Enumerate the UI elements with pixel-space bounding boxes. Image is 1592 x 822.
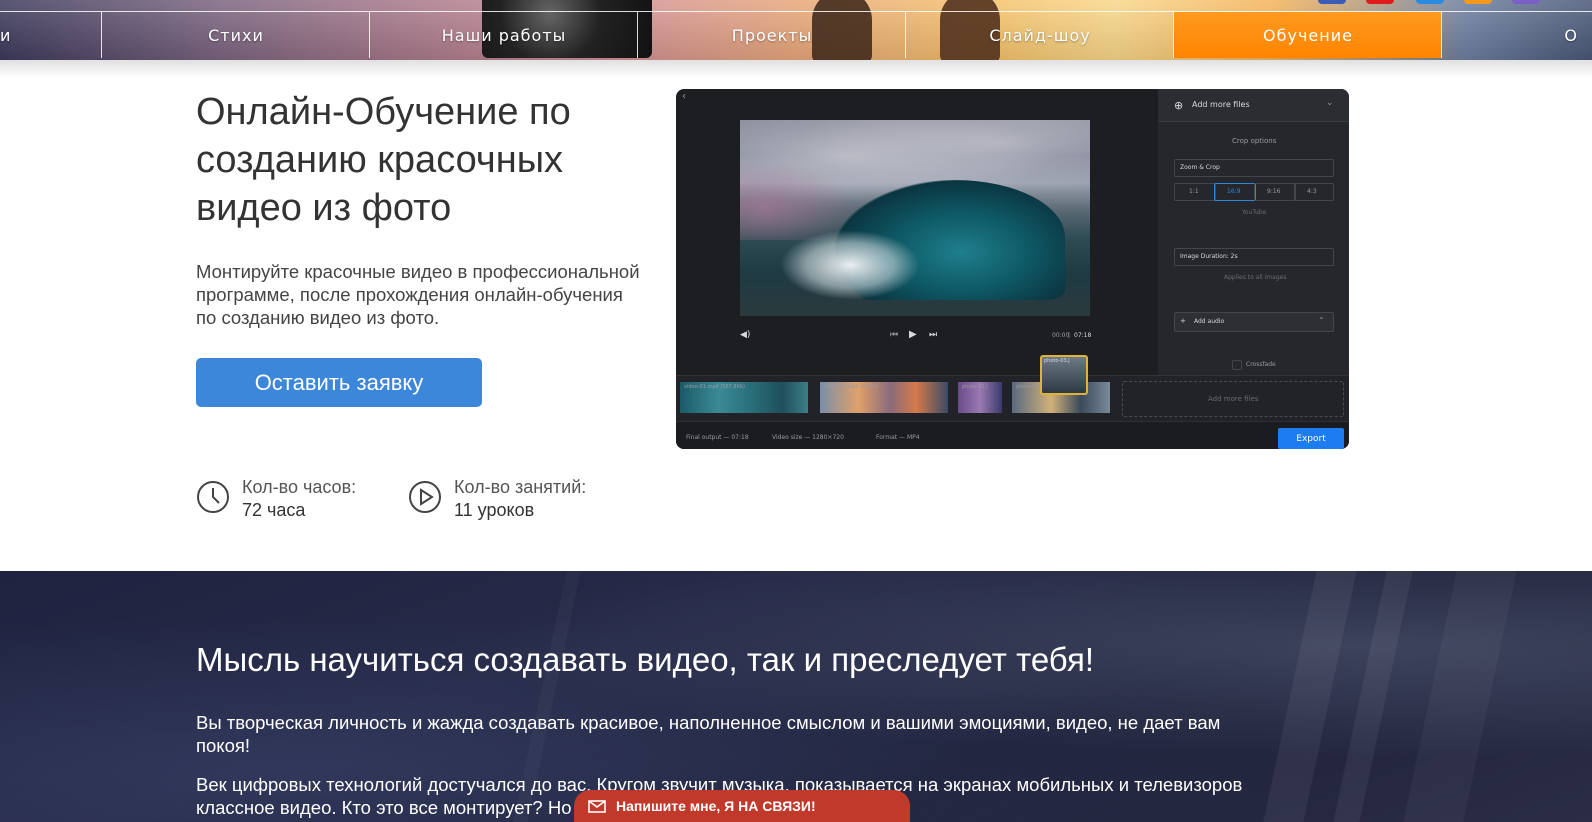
final-output: Final output — 07:18 (686, 434, 749, 441)
video-preview (740, 120, 1090, 316)
crop-options-label: Crop options (1232, 137, 1277, 145)
description-line: по созданию видео из фото. (196, 307, 440, 328)
stat-hours: Кол-во часов: 72 часа (196, 476, 356, 522)
add-files-label: Add more files (1192, 100, 1250, 109)
ratio-label: 9:16 (1267, 188, 1281, 195)
time-current: 00:00 (1052, 332, 1070, 339)
background-stripe (1403, 571, 1517, 822)
crop-mode-value: Zoom & Crop (1180, 164, 1220, 171)
clip-label: video-02.mp4 (9.2Kb) (824, 384, 879, 390)
ratio-label: 16:9 (1227, 188, 1241, 195)
chevron-up-icon: ⌃ (1318, 316, 1325, 325)
nav-item-training[interactable]: Обучение (1173, 12, 1442, 58)
button-label: Оставить заявку (254, 369, 424, 395)
clip-label: video-01.mp4 (587,8Kb) (684, 384, 745, 390)
hero-description: Монтируйте красочные видео в профессиона… (196, 260, 686, 329)
nav-item-partial-left[interactable]: и (0, 12, 100, 58)
video-size: Video size — 1280×720 (772, 434, 844, 441)
foam (780, 230, 920, 300)
chat-label: Напишите мне, Я НА СВЯЗИ! (616, 798, 816, 814)
panel-header (1158, 89, 1349, 122)
nav-item-partial-right[interactable]: О (1441, 12, 1592, 58)
chevron-down-icon: ⌄ (1326, 98, 1334, 108)
title-line: видео из фото (196, 187, 452, 229)
description-line: программе, после прохождения онлайн-обуч… (196, 284, 623, 305)
volume-icon: ◀) (740, 330, 751, 340)
skip-forward-icon: ⏭ (929, 330, 938, 340)
nav-item-projects[interactable]: Проекты (637, 12, 906, 58)
stat-lessons: Кол-во занятий: 11 уроков (408, 476, 586, 522)
submit-request-button[interactable]: Оставить заявку (196, 358, 482, 407)
crossfade-checkbox (1232, 360, 1242, 370)
social-telegram-icon[interactable] (1416, 0, 1444, 4)
plus-icon: + (1180, 317, 1186, 325)
duration-value: Image Duration: 2s (1180, 253, 1238, 260)
nav-item-our-works[interactable]: Наши работы (369, 12, 638, 58)
social-youtube-icon[interactable] (1366, 0, 1394, 4)
paragraph-line: Вы творческая личность и жажда создавать… (196, 712, 1221, 733)
clip-label: photo-01.j (962, 384, 988, 390)
play-icon (409, 481, 441, 513)
ratio-label: 4:3 (1307, 188, 1317, 195)
skip-back-icon: ⏮ (890, 330, 899, 340)
format: Format — MP4 (876, 434, 920, 441)
title-line: Онлайн-Обучение по (196, 91, 571, 133)
social-vk-icon[interactable] (1318, 0, 1346, 4)
back-icon: ‹ (682, 91, 686, 102)
top-navigation: и Стихи Наши работы Проекты Слайд-шоу Об… (0, 0, 1592, 60)
nav-item-slideshow[interactable]: Слайд-шоу (905, 12, 1174, 58)
time-separator: | (1068, 332, 1071, 339)
ratio-hint: YouTube (1242, 209, 1267, 216)
page-title: Онлайн-Обучение по созданию красочных ви… (196, 88, 666, 232)
add-audio-label: Add audio (1194, 318, 1225, 325)
title-line: созданию красочных (196, 139, 564, 181)
clip-label: photo-02.j (1016, 384, 1042, 390)
nav-shadow (0, 60, 1592, 78)
crossfade-label: Crossfade (1246, 361, 1276, 368)
stat-value: 11 уроков (454, 500, 535, 520)
duration-hint: Applies to all images (1224, 274, 1287, 281)
editor-screenshot: ‹ ⊕ Add more files ⌄ Crop options Zoom &… (676, 89, 1349, 449)
selected-clip-label: photo-03.j (1044, 358, 1070, 364)
export-label: Export (1296, 433, 1326, 444)
play-icon: ▶ (909, 329, 917, 340)
clock-icon (197, 481, 229, 513)
social-ok-icon[interactable] (1464, 0, 1492, 4)
description-line: Монтируйте красочные видео в профессиона… (196, 261, 640, 282)
section-title: Мысль научиться создавать видео, так и п… (196, 641, 1095, 678)
nav-item-poems[interactable]: Стихи (101, 12, 370, 58)
ratio-label: 1:1 (1189, 188, 1199, 195)
stat-label: Кол-во часов: (242, 477, 357, 497)
time-total: 07:18 (1074, 332, 1092, 339)
section-paragraph: Вы творческая личность и жажда создавать… (196, 711, 1356, 757)
stat-label: Кол-во занятий: (454, 477, 587, 497)
add-icon: ⊕ (1174, 99, 1184, 112)
contact-chat-button[interactable]: Напишите мне, Я НА СВЯЗИ! (574, 790, 910, 822)
paragraph-line: покоя! (196, 735, 251, 756)
export-button: Export (1278, 428, 1344, 449)
settings-panel (1158, 89, 1349, 375)
stat-value: 72 часа (242, 500, 306, 520)
mail-icon (588, 799, 606, 813)
social-viber-icon[interactable] (1512, 0, 1540, 4)
drop-zone-label: Add more files (1208, 395, 1259, 403)
